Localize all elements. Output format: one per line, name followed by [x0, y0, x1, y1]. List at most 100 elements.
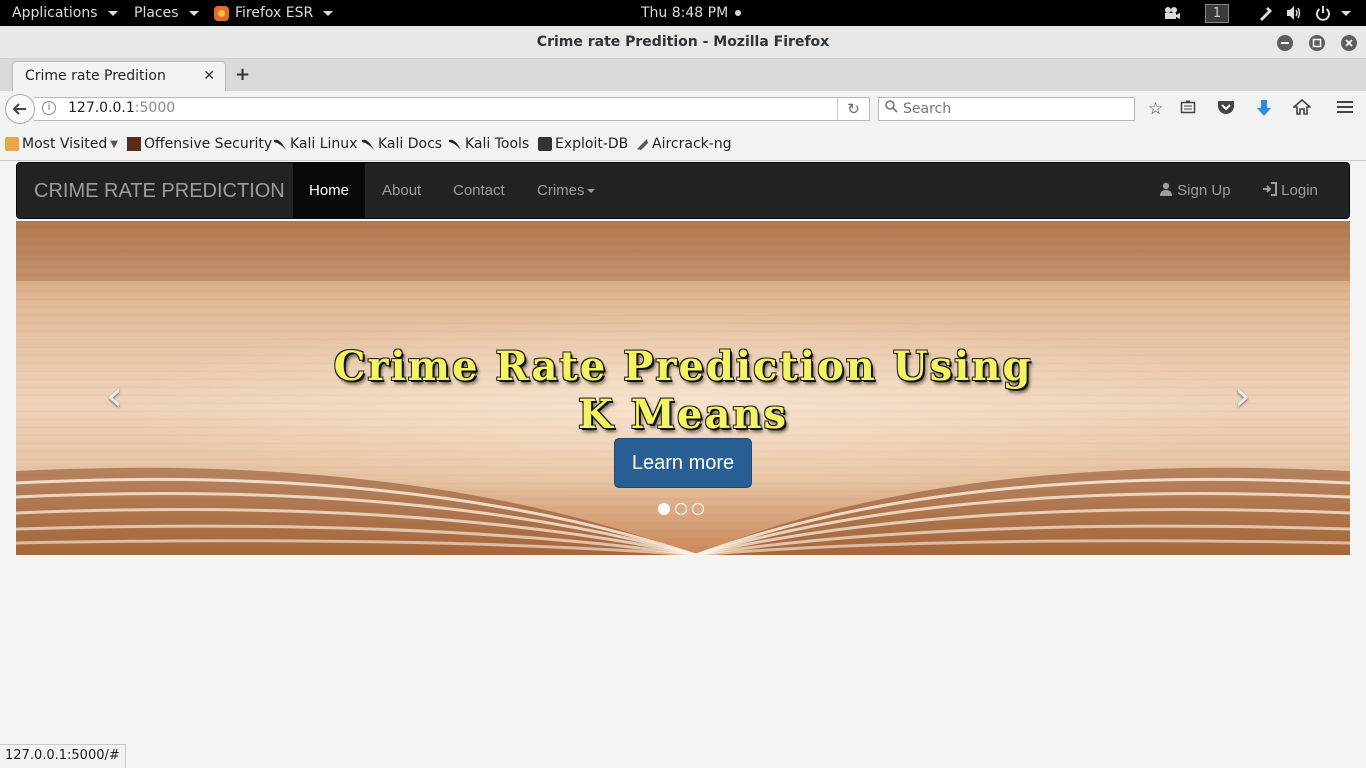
url-port: :5000	[134, 100, 176, 116]
kali-icon	[449, 139, 461, 150]
chevron-down-icon	[1341, 10, 1351, 16]
workspace-number: 1	[1205, 3, 1229, 23]
minimize-button[interactable]	[1277, 35, 1293, 51]
bookmark-label: Kali Linux	[290, 136, 358, 152]
chevron-down-icon	[323, 10, 334, 16]
aircrack-icon	[637, 139, 648, 150]
power-icon	[1316, 6, 1330, 21]
bookmark-kali-docs[interactable]: Kali Docs	[361, 136, 442, 152]
plus-icon: +	[235, 64, 251, 85]
firefox-app-menu[interactable]: Firefox ESR	[214, 0, 334, 26]
chevron-down-icon: ▼	[110, 138, 118, 150]
carousel-indicators	[658, 503, 704, 515]
bookmark-label: Offensive Security	[144, 136, 273, 152]
close-icon	[1345, 39, 1353, 47]
maximize-button[interactable]	[1309, 35, 1325, 51]
video-camera-icon[interactable]	[1163, 0, 1181, 26]
bookmark-label: Kali Tools	[465, 136, 530, 152]
navigation-toolbar: i 127.0.0.1:5000 ↻ ☆	[0, 91, 1366, 127]
places-label: Places	[134, 5, 179, 21]
bookmark-label: Exploit-DB	[555, 136, 629, 152]
bookmark-label: Aircrack-ng	[652, 136, 732, 152]
hero-carousel: ‹ › Crime Rate Prediction Using K Means …	[16, 221, 1350, 555]
notification-dot-icon	[735, 10, 742, 16]
signup-label: Sign Up	[1177, 182, 1231, 199]
search-icon	[885, 100, 898, 117]
carousel-indicator[interactable]	[692, 503, 704, 515]
url-host: 127.0.0.1	[68, 100, 135, 116]
tab-title: Crime rate Predition	[25, 68, 166, 84]
kali-icon	[362, 139, 374, 150]
pocket-icon[interactable]	[1217, 99, 1235, 120]
bookmark-most-visited[interactable]: Most Visited ▼	[5, 136, 118, 152]
back-arrow-icon	[12, 103, 26, 115]
nav-contact[interactable]: Contact	[437, 163, 521, 218]
bookmark-kali-linux[interactable]: Kali Linux	[273, 136, 357, 152]
chevron-down-icon	[586, 189, 595, 194]
window-titlebar: Crime rate Predition - Mozilla Firefox	[0, 26, 1366, 59]
gnome-top-bar: Applications Places Firefox ESR Thu 8:48…	[0, 0, 1366, 26]
hamburger-menu-icon[interactable]	[1336, 99, 1354, 120]
bookmark-offensive-security[interactable]: Offensive Security	[127, 136, 272, 152]
nav-home[interactable]: Home	[293, 163, 366, 218]
login-label: Login	[1281, 182, 1318, 199]
page-content: CRIME RATE PREDICTION Home About Contact…	[0, 162, 1366, 746]
firefox-app-label: Firefox ESR	[235, 5, 314, 21]
clock[interactable]: Thu 8:48 PM	[641, 0, 742, 26]
minimize-icon	[1281, 42, 1289, 44]
bookmark-exploit-db[interactable]: Exploit-DB	[538, 136, 628, 152]
tab-close-icon[interactable]: ✕	[203, 68, 215, 84]
login-icon	[1263, 182, 1277, 196]
info-icon[interactable]: i	[42, 101, 56, 115]
chevron-down-icon	[188, 10, 199, 16]
site-brand[interactable]: CRIME RATE PREDICTION	[34, 180, 285, 203]
bookmark-kali-tools[interactable]: Kali Tools	[448, 136, 529, 152]
maximize-icon	[1312, 38, 1322, 48]
clock-label: Thu 8:48 PM	[641, 5, 729, 21]
tools-icon[interactable]	[1258, 0, 1274, 26]
close-window-button[interactable]	[1341, 35, 1357, 51]
workspace-indicator[interactable]: 1	[1205, 0, 1229, 26]
slide-title-line2: K Means	[578, 391, 788, 438]
tab-strip: Crime rate Predition ✕ +	[0, 59, 1366, 91]
status-bar: 127.0.0.1:5000/#	[0, 744, 126, 768]
bookmark-star-icon[interactable]: ☆	[1148, 99, 1163, 119]
carousel-indicator[interactable]	[658, 503, 670, 515]
slide-title: Crime Rate Prediction Using K Means	[76, 343, 1290, 439]
nav-signup[interactable]: Sign Up	[1143, 163, 1247, 218]
applications-menu[interactable]: Applications	[12, 0, 118, 26]
nav-crimes-dropdown[interactable]: Crimes	[521, 163, 611, 218]
site-navbar: CRIME RATE PREDICTION Home About Contact…	[16, 162, 1350, 219]
learn-more-button[interactable]: Learn more	[614, 438, 752, 488]
tab-crime-rate[interactable]: Crime rate Predition ✕	[12, 61, 226, 91]
bookmark-label: Kali Docs	[378, 136, 443, 152]
search-box[interactable]	[878, 97, 1135, 121]
window-title: Crime rate Predition - Mozilla Firefox	[536, 34, 830, 50]
download-icon[interactable]	[1256, 99, 1272, 122]
power-menu[interactable]	[1315, 0, 1351, 26]
url-text: 127.0.0.1:5000	[68, 100, 175, 116]
carousel-indicator[interactable]	[675, 503, 687, 515]
places-menu[interactable]: Places	[134, 0, 199, 26]
reading-list-icon[interactable]	[1180, 99, 1196, 120]
applications-label: Applications	[12, 5, 98, 21]
slide-title-line1: Crime Rate Prediction Using	[333, 343, 1033, 390]
home-icon[interactable]	[1291, 98, 1313, 120]
bookmark-label: Most Visited	[22, 136, 108, 152]
url-bar[interactable]: i 127.0.0.1:5000 ↻	[34, 97, 870, 121]
exploit-db-icon	[538, 137, 552, 151]
kali-icon	[274, 139, 286, 150]
nav-about[interactable]: About	[366, 163, 437, 218]
offensive-security-icon	[127, 137, 141, 151]
user-icon	[1160, 182, 1172, 196]
bookmark-aircrack-ng[interactable]: Aircrack-ng	[635, 136, 732, 152]
firefox-icon	[214, 5, 229, 21]
search-input[interactable]	[903, 99, 1128, 119]
chevron-down-icon	[107, 10, 118, 16]
new-tab-button[interactable]: +	[235, 64, 250, 85]
back-button[interactable]	[5, 94, 35, 124]
nav-login[interactable]: Login	[1246, 163, 1334, 218]
nav-crimes-label: Crimes	[537, 182, 585, 199]
reload-icon[interactable]: ↻	[837, 98, 869, 120]
volume-icon[interactable]	[1286, 0, 1302, 26]
